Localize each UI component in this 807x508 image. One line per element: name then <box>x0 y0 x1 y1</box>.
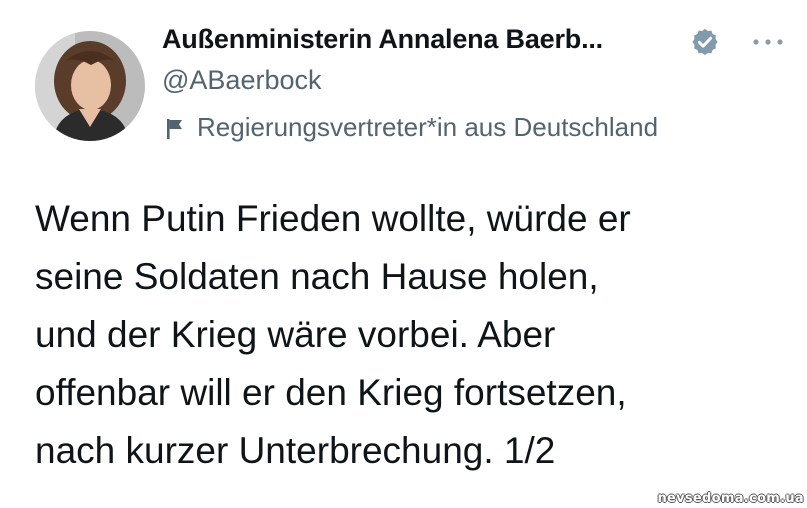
author-display-name[interactable]: Außenministerin Annalena Baerb... <box>162 24 603 55</box>
tweet-text-line: und der Krieg wäre vorbei. Aber <box>35 314 556 355</box>
affiliation-text: Regierungsvertreter*in aus Deutschland <box>197 112 659 142</box>
tweet-text-line: offenbar will er den Krieg fortsetzen, <box>35 372 627 413</box>
flag-icon <box>167 119 182 139</box>
tweet-card: Außenministerin Annalena Baerb... @ABaer… <box>0 0 807 508</box>
avatar[interactable] <box>35 31 145 141</box>
watermark: nevsedoma.com.ua <box>657 491 804 506</box>
tweet-text: Wenn Putin Frieden wollte, würde er sein… <box>35 190 795 480</box>
tweet-text-line: seine Soldaten nach Hause holen, <box>35 256 599 297</box>
tweet-text-line: nach kurzer Unterbrechung. 1/2 <box>35 430 556 471</box>
more-options-icon[interactable] <box>748 31 788 53</box>
profile-photo-icon <box>35 31 145 141</box>
author-handle[interactable]: @ABaerbock <box>162 65 321 96</box>
tweet-text-line: Wenn Putin Frieden wollte, würde er <box>35 198 631 239</box>
verified-badge-icon <box>692 28 718 56</box>
